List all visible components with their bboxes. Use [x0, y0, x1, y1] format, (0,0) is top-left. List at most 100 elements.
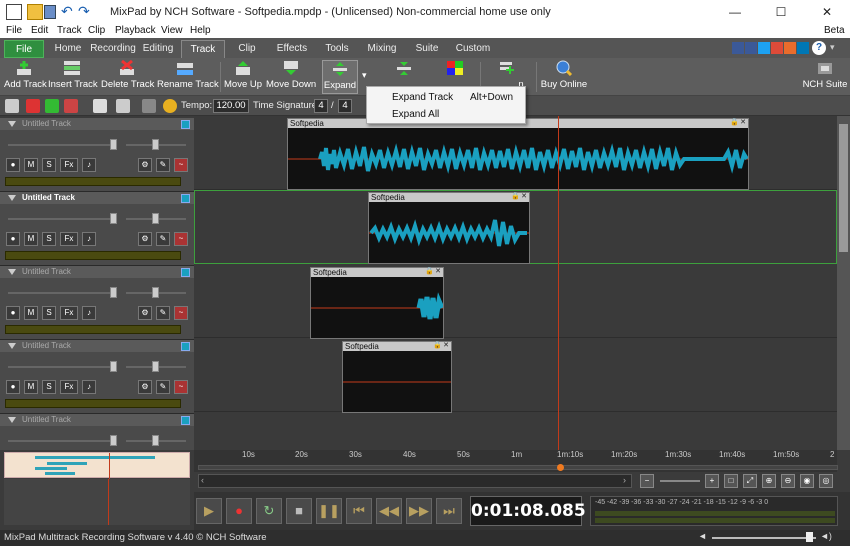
tab-track[interactable]: Track	[181, 40, 225, 58]
track-lane[interactable]	[194, 264, 837, 338]
volume-down-icon[interactable]: ◄	[698, 531, 707, 541]
pan-knob[interactable]	[152, 213, 159, 224]
twitter-icon[interactable]	[758, 42, 770, 54]
zoom-reset-icon[interactable]: ◎	[819, 474, 833, 488]
vertical-scrollbar[interactable]	[837, 116, 850, 450]
tempo-input[interactable]: 120.00	[213, 99, 249, 113]
zoom-out-icon[interactable]: −	[640, 474, 654, 488]
effects-chain-icon[interactable]: ⚙	[138, 306, 152, 320]
timeline-area[interactable]: Softpedia 🔒 ✕ Softpedia 🔒 ✕ Softpedia 🔒 …	[194, 116, 837, 450]
normalize-icon[interactable]	[116, 99, 130, 113]
loop-icon[interactable]: ↻	[256, 498, 282, 524]
zoom-all-icon[interactable]: ◉	[800, 474, 814, 488]
maximize-button[interactable]: ☐	[758, 0, 804, 24]
playhead[interactable]	[558, 116, 559, 450]
track-color-swatch[interactable]	[181, 342, 190, 351]
nch-suite-button[interactable]: NCH Suite	[802, 60, 848, 94]
track-header[interactable]: Untitled Track	[0, 414, 194, 450]
skip-start-icon[interactable]: ⏮	[346, 498, 372, 524]
add-icon[interactable]	[45, 99, 59, 113]
tab-tools[interactable]: Tools	[318, 40, 356, 58]
track-lane[interactable]	[194, 338, 837, 412]
envelope-icon[interactable]: ~	[174, 306, 188, 320]
zoom-vertical-icon[interactable]: ⊖	[781, 474, 795, 488]
buy-online-button[interactable]: Buy Online	[540, 60, 588, 94]
headphones-icon[interactable]: ♪	[82, 306, 96, 320]
stop-icon[interactable]: ■	[286, 498, 312, 524]
volume-knob[interactable]	[110, 435, 117, 446]
fx-button[interactable]: Fx	[60, 232, 78, 246]
tab-editing[interactable]: Editing	[138, 40, 178, 58]
track-color-swatch[interactable]	[181, 416, 190, 425]
volume-slider[interactable]	[8, 366, 116, 368]
tab-suite[interactable]: Suite	[408, 40, 446, 58]
volume-slider[interactable]	[8, 292, 116, 294]
track-header[interactable]: Untitled Track ● M S Fx ♪ ⚙ ✎ ~	[0, 192, 194, 266]
audio-clip[interactable]: Softpedia 🔒 ✕	[368, 192, 530, 264]
close-icon[interactable]: ✕	[434, 268, 442, 276]
zoom-slider[interactable]	[660, 480, 700, 482]
horizontal-scrollbar[interactable]: ‹ ›	[198, 474, 632, 488]
envelope-icon[interactable]: ~	[174, 158, 188, 172]
volume-slider[interactable]	[8, 218, 116, 220]
tab-file[interactable]: File	[4, 40, 44, 58]
stumbleupon-icon[interactable]	[784, 42, 796, 54]
audio-clip[interactable]: Softpedia 🔒 ✕	[287, 118, 749, 190]
track-color-swatch[interactable]	[181, 120, 190, 129]
linkedin-icon[interactable]	[797, 42, 809, 54]
menu-item-expand-track[interactable]: Expand Track	[392, 92, 453, 103]
record-arm-button[interactable]: ●	[6, 232, 20, 246]
menu-help[interactable]: Help	[190, 25, 211, 36]
menu-edit[interactable]: Edit	[31, 25, 48, 36]
help-icon[interactable]: ?	[812, 41, 826, 55]
like-icon[interactable]	[732, 42, 744, 54]
fx-button[interactable]: Fx	[60, 158, 78, 172]
rewind-icon[interactable]: ◀◀	[376, 498, 402, 524]
close-button[interactable]: ✕	[804, 0, 850, 24]
master-volume-slider[interactable]	[712, 537, 816, 539]
collapse-triangle-icon[interactable]	[8, 269, 16, 275]
record-arm-button[interactable]: ●	[6, 306, 20, 320]
envelope-icon[interactable]: ~	[174, 380, 188, 394]
menu-item-expand-all[interactable]: Expand All	[392, 109, 439, 120]
effects-chain-icon[interactable]: ⚙	[138, 158, 152, 172]
zoom-in-icon[interactable]: +	[705, 474, 719, 488]
fx-button[interactable]: Fx	[60, 380, 78, 394]
save-icon[interactable]	[44, 5, 56, 19]
wrench-icon[interactable]: ✎	[156, 232, 170, 246]
zoom-tracks-icon[interactable]: ⊕	[762, 474, 776, 488]
track-color-swatch[interactable]	[181, 268, 190, 277]
menu-file[interactable]: File	[6, 25, 22, 36]
tab-mixing[interactable]: Mixing	[362, 40, 402, 58]
menu-playback[interactable]: Playback	[115, 25, 156, 36]
wrench-icon[interactable]: ✎	[156, 158, 170, 172]
play-icon[interactable]: ▶	[196, 498, 222, 524]
track-title[interactable]: Untitled Track	[0, 414, 194, 426]
zoom-selection-icon[interactable]: ⤢	[743, 474, 757, 488]
tab-custom[interactable]: Custom	[452, 40, 494, 58]
fx-button[interactable]: Fx	[60, 306, 78, 320]
move-up-button[interactable]: Move Up	[224, 60, 262, 94]
expand-button[interactable]: Expand	[322, 60, 358, 94]
wrench-icon[interactable]: ✎	[156, 306, 170, 320]
volume-knob[interactable]	[110, 213, 117, 224]
headphones-icon[interactable]: ♪	[82, 158, 96, 172]
solo-button[interactable]: S	[42, 380, 56, 394]
volume-slider[interactable]	[8, 440, 116, 442]
lock-icon[interactable]: 🔒	[511, 193, 520, 201]
tab-clip[interactable]: Clip	[228, 40, 266, 58]
add-track-button[interactable]: Add Track	[4, 60, 47, 94]
track-header[interactable]: Untitled Track ● M S Fx ♪ ⚙ ✎ ~	[0, 118, 194, 192]
solo-button[interactable]: S	[42, 158, 56, 172]
record-icon[interactable]: ●	[226, 498, 252, 524]
wrench-icon[interactable]: ✎	[156, 380, 170, 394]
chevron-down-icon[interactable]: ▾	[830, 42, 835, 53]
tab-effects[interactable]: Effects	[272, 40, 312, 58]
record-arm-button[interactable]: ●	[6, 158, 20, 172]
mute-button[interactable]: M	[24, 158, 38, 172]
metronome-icon[interactable]	[163, 99, 177, 113]
delete-track-button[interactable]: Delete Track	[101, 60, 154, 94]
time-signature-denominator[interactable]: 4	[338, 99, 352, 113]
volume-knob[interactable]	[110, 139, 117, 150]
delete-icon[interactable]	[26, 99, 40, 113]
